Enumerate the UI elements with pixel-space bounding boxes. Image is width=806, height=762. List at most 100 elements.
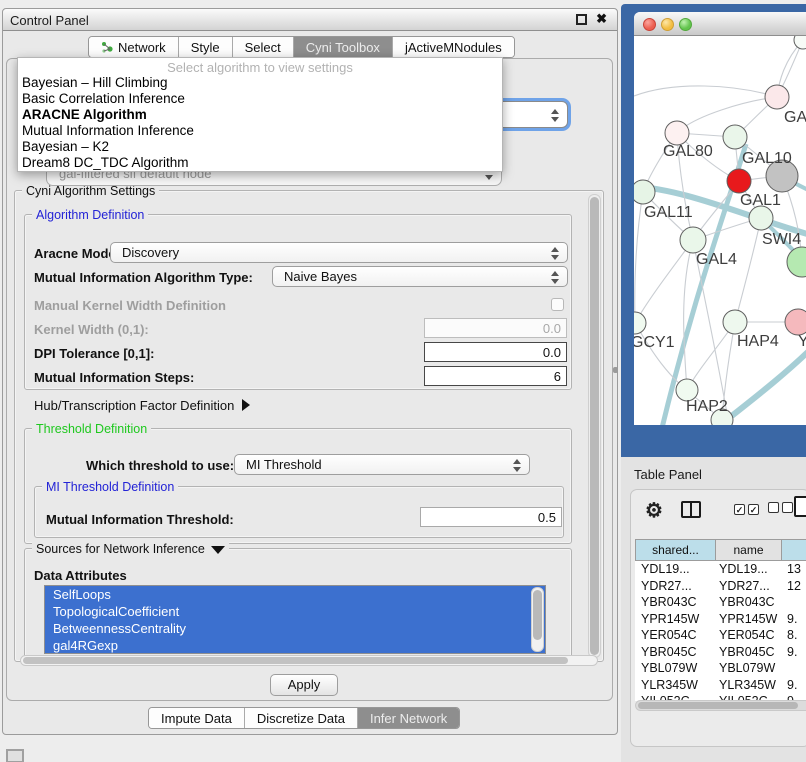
tab-select[interactable]: Select: [233, 37, 294, 57]
kernel-width-field[interactable]: 0.0: [424, 318, 567, 338]
list-item-gal4rgexp[interactable]: gal4RGexp: [45, 637, 545, 654]
label-gal-partial: GAL: [784, 109, 806, 126]
popup-item-dream8[interactable]: Dream8 DC_TDC Algorithm: [18, 155, 502, 171]
tab-network[interactable]: Network: [89, 37, 179, 57]
aracne-mode-combobox[interactable]: Discovery: [110, 242, 568, 263]
document-icon[interactable]: [794, 496, 806, 517]
sources-title-label: Sources for Network Inference: [36, 542, 205, 556]
settings-horizontal-scrollbar[interactable]: [20, 655, 598, 666]
collapsed-arrow-icon: [242, 399, 250, 411]
which-threshold-combobox[interactable]: MI Threshold: [234, 454, 530, 475]
deselect-all-checkboxes-icon[interactable]: [768, 501, 796, 516]
node-gcy1[interactable]: [634, 312, 646, 334]
label-hap4: HAP4: [737, 333, 779, 350]
control-panel-titlebar[interactable]: Control Panel ✖: [3, 9, 617, 31]
label-gal4: GAL4: [696, 251, 737, 268]
tab-jactivemnodules[interactable]: jActiveMNodules: [393, 37, 514, 57]
aracne-mode-label: Aracne Mode:: [34, 246, 120, 261]
tab-select-label: Select: [245, 40, 281, 55]
column-header-shared[interactable]: shared...: [635, 539, 716, 561]
table-row[interactable]: YBR045CYBR045C9.: [635, 644, 806, 661]
table-row[interactable]: YLR345WYLR345W9.: [635, 677, 806, 694]
node-bright-green[interactable]: [787, 247, 806, 277]
dpi-tolerance-field[interactable]: 0.0: [424, 342, 567, 362]
label-hap2: HAP2: [686, 398, 728, 415]
node-gal4[interactable]: [680, 227, 706, 253]
node-gal10[interactable]: [723, 125, 747, 149]
combobox-stepper-icon: [512, 459, 521, 472]
node-y-partial[interactable]: [785, 309, 806, 335]
which-threshold-value: MI Threshold: [246, 457, 322, 472]
tab-infer-network[interactable]: Infer Network: [358, 708, 459, 728]
close-icon[interactable]: ✖: [596, 11, 607, 27]
popup-item-bayesian-hill-climbing[interactable]: Bayesian – Hill Climbing: [18, 75, 502, 91]
tab-discretize-data-label: Discretize Data: [257, 711, 345, 726]
column-chooser-icon[interactable]: [681, 501, 701, 518]
which-threshold-label: Which threshold to use:: [86, 458, 234, 473]
popup-item-mutual-information[interactable]: Mutual Information Inference: [18, 123, 502, 139]
hub-definition-label: Hub/Transcription Factor Definition: [34, 398, 234, 413]
table-row[interactable]: YER054CYER054C8.: [635, 627, 806, 644]
node-partial-top[interactable]: [794, 36, 806, 49]
column-header-name[interactable]: name: [716, 539, 782, 561]
sources-title[interactable]: Sources for Network Inference: [32, 542, 229, 556]
popup-item-bayesian-k2[interactable]: Bayesian – K2: [18, 139, 502, 155]
mi-threshold-field[interactable]: 0.5: [420, 507, 562, 527]
tab-discretize-data[interactable]: Discretize Data: [245, 708, 358, 728]
settings-vertical-scrollbar[interactable]: [588, 194, 601, 658]
table-row[interactable]: YPR145WYPR145W9.: [635, 611, 806, 628]
column-header-partial[interactable]: [782, 539, 806, 561]
table-row[interactable]: YDR27...YDR27...12: [635, 578, 806, 595]
table-row[interactable]: YBL079WYBL079W: [635, 660, 806, 677]
popup-placeholder: Select algorithm to view settings: [18, 58, 502, 75]
node-swi4[interactable]: [749, 206, 773, 230]
network-view-window[interactable]: GAL GAL80 GAL10 GAL1 GAL11 SWI4 GAL4 GCY…: [634, 12, 806, 425]
node-gal1[interactable]: [727, 169, 751, 193]
mi-threshold-definition-title: MI Threshold Definition: [42, 480, 178, 494]
list-item-betweennesscentrality[interactable]: BetweennessCentrality: [45, 620, 545, 637]
popup-item-aracne[interactable]: ARACNE Algorithm: [18, 107, 502, 123]
network-window-titlebar[interactable]: [634, 12, 806, 36]
app-screenshot: Control Panel ✖ Network Style Select Cyn…: [0, 0, 806, 762]
control-panel-title: Control Panel: [10, 13, 89, 28]
label-y-partial: Y: [798, 333, 806, 350]
minimize-traffic-light-icon[interactable]: [661, 18, 674, 31]
list-item-topologicalcoefficient[interactable]: TopologicalCoefficient: [45, 603, 545, 620]
table-panel-area: Table Panel ⚙ ✓✓ shared... name YDL19...…: [621, 457, 806, 762]
mi-algorithm-type-combobox[interactable]: Naive Bayes: [272, 266, 568, 287]
label-gal80: GAL80: [663, 143, 713, 160]
combobox-stepper-icon: [550, 109, 559, 122]
gear-icon[interactable]: ⚙: [645, 498, 663, 523]
apply-button[interactable]: Apply: [270, 674, 338, 696]
table-row[interactable]: YBR043CYBR043C: [635, 594, 806, 611]
node-gal80[interactable]: [665, 121, 689, 145]
node-hap4[interactable]: [723, 310, 747, 334]
table-horizontal-scrollbar[interactable]: [635, 700, 806, 711]
close-traffic-light-icon[interactable]: [643, 18, 656, 31]
zoom-traffic-light-icon[interactable]: [679, 18, 692, 31]
tab-jactivemnodules-label: jActiveMNodules: [405, 40, 502, 55]
cyni-algorithm-settings-title: Cyni Algorithm Settings: [22, 184, 159, 198]
tab-style[interactable]: Style: [179, 37, 233, 57]
table-row[interactable]: YDL19...YDL19...13: [635, 561, 806, 578]
minimized-panel-icon[interactable]: [6, 749, 24, 762]
tab-network-label: Network: [118, 40, 166, 55]
list-item-selfloops[interactable]: SelfLoops: [45, 586, 545, 603]
mi-threshold-label: Mutual Information Threshold:: [46, 512, 234, 527]
popup-item-basic-correlation[interactable]: Basic Correlation Inference: [18, 91, 502, 107]
splitter-handle[interactable]: [613, 367, 618, 373]
hub-definition-toggle[interactable]: Hub/Transcription Factor Definition: [34, 398, 250, 413]
network-canvas[interactable]: GAL GAL80 GAL10 GAL1 GAL11 SWI4 GAL4 GCY…: [634, 36, 806, 425]
mi-steps-field[interactable]: 6: [424, 366, 567, 386]
tab-infer-network-label: Infer Network: [370, 711, 447, 726]
manual-kernel-width-checkbox[interactable]: [551, 298, 564, 311]
label-gal1: GAL1: [740, 192, 781, 209]
tab-impute-data[interactable]: Impute Data: [149, 708, 245, 728]
node-gal-partial[interactable]: [765, 85, 789, 109]
tab-style-label: Style: [191, 40, 220, 55]
tab-cyni-toolbox[interactable]: Cyni Toolbox: [294, 37, 393, 57]
node-gal11[interactable]: [634, 180, 655, 204]
select-all-checkboxes-icon[interactable]: ✓✓: [734, 501, 762, 516]
float-window-icon[interactable]: [576, 14, 587, 25]
list-vertical-scrollbar[interactable]: [531, 587, 544, 652]
